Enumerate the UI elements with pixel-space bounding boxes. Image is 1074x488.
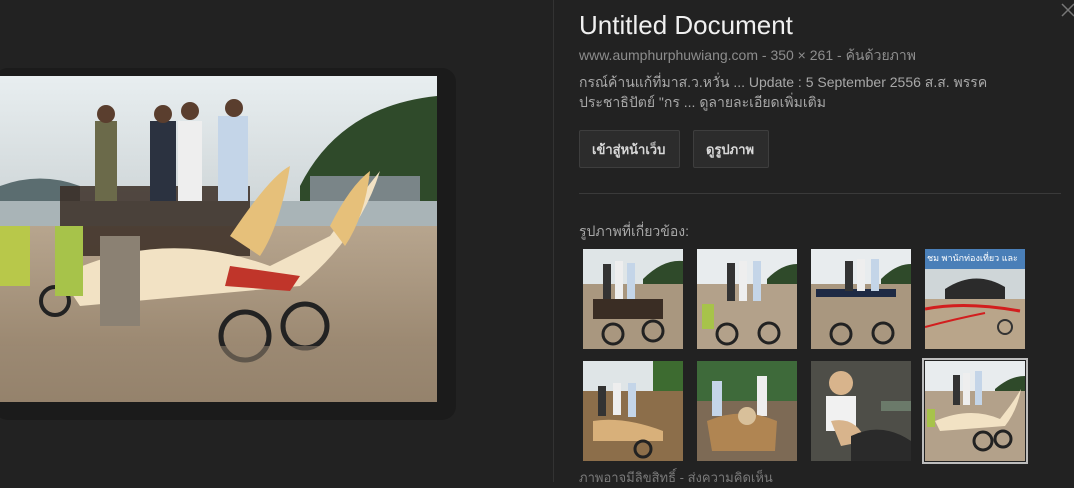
related-thumb-4[interactable]: ชม พานักท่องเที่ยว และ: [925, 249, 1025, 349]
related-thumb-6[interactable]: [697, 361, 797, 461]
footer-separator: -: [676, 470, 688, 485]
related-thumb-8-selected[interactable]: [922, 358, 1028, 464]
view-image-button[interactable]: ดูรูปภาพ: [693, 130, 769, 168]
image-preview-area: [0, 0, 553, 482]
search-by-image-link[interactable]: ค้นด้วยภาพ: [846, 47, 916, 63]
related-thumb-2[interactable]: [697, 249, 797, 349]
thumb-caption: ชม พานักท่องเที่ยว และ: [927, 253, 1018, 263]
related-thumb-7[interactable]: [811, 361, 911, 461]
image-dimensions: 350 × 261: [770, 47, 834, 63]
related-images-label: รูปภาพที่เกี่ยวข้อง:: [579, 223, 689, 239]
visit-page-button[interactable]: เข้าสู่หน้าเว็บ: [579, 130, 680, 168]
image-meta: www.aumphurphuwiang.com - 350 × 261 - ค้…: [579, 45, 916, 67]
section-divider: [579, 193, 1061, 194]
feedback-link[interactable]: ส่งความคิดเห็น: [688, 470, 773, 485]
footer: ภาพอาจมีลิขสิทธิ์ - ส่งความคิดเห็น: [579, 467, 773, 488]
related-thumb-1[interactable]: [583, 249, 683, 349]
page-title[interactable]: Untitled Document: [579, 10, 793, 41]
close-icon[interactable]: [1060, 0, 1074, 20]
related-thumb-3[interactable]: [811, 249, 911, 349]
vertical-divider: [553, 0, 554, 482]
source-domain-link[interactable]: www.aumphurphuwiang.com: [579, 47, 758, 63]
details-panel: Untitled Document www.aumphurphuwiang.co…: [579, 0, 1061, 485]
image-description: กรณ์ค้านแก้ที่มาส.ว.หวั่น ... Update : 5…: [579, 74, 988, 110]
meta-separator: -: [833, 47, 846, 63]
copyright-link[interactable]: ภาพอาจมีลิขสิทธิ์: [579, 470, 676, 485]
preview-image[interactable]: [0, 76, 437, 402]
meta-separator: -: [757, 47, 771, 63]
related-thumb-5[interactable]: [583, 361, 683, 461]
